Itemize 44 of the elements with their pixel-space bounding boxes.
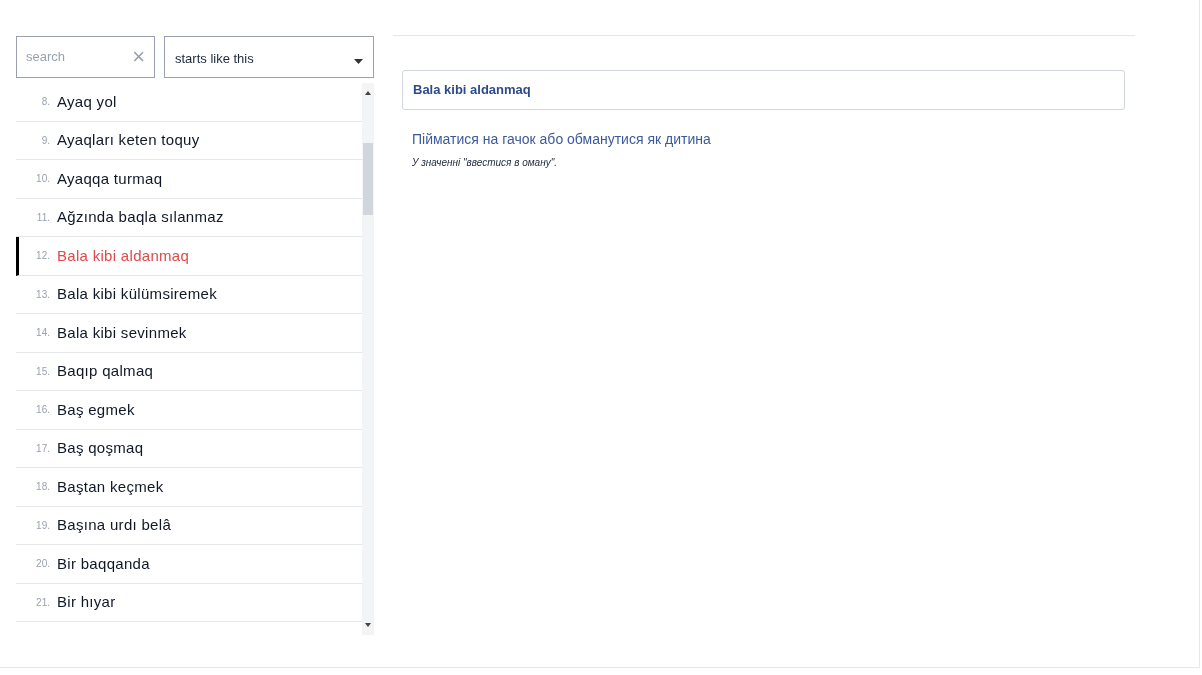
caret-icon bbox=[354, 59, 363, 64]
item-text: Bala kibi sevinmek bbox=[57, 322, 187, 343]
item-number: 16. bbox=[36, 403, 50, 418]
item-number: 13. bbox=[36, 287, 50, 302]
phrase-title: Bala kibi aldanmaq bbox=[413, 81, 531, 100]
item-text: Ayaqları keten toquy bbox=[57, 130, 200, 150]
item-text: Baqıp qalmaq bbox=[57, 361, 154, 381]
list-item[interactable]: 18. Baştan keçmek bbox=[16, 468, 362, 507]
item-number: 17. bbox=[36, 441, 50, 456]
item-number: 10. bbox=[36, 172, 50, 187]
scroll-up-icon[interactable] bbox=[365, 91, 371, 95]
item-text: Baş qoşmaq bbox=[57, 438, 144, 458]
item-number: 11. bbox=[36, 210, 50, 225]
item-number: 20. bbox=[36, 557, 50, 572]
item-number: 19. bbox=[36, 518, 50, 533]
scroll-down-icon[interactable] bbox=[365, 623, 371, 627]
item-text: Bala kibi aldanmaq bbox=[57, 245, 190, 266]
item-number: 12. bbox=[36, 249, 50, 264]
translation-text: Пійматися на гачок або обманутися як дитина bbox=[412, 130, 712, 149]
item-text: Bala kibi külümsiremek bbox=[57, 284, 217, 304]
item-text: Baştan keçmek bbox=[57, 476, 164, 497]
list-item[interactable]: 20. Bir baqqanda bbox=[16, 545, 362, 584]
item-text: Ayaq yol bbox=[57, 91, 117, 112]
filter-value: starts like this bbox=[175, 50, 254, 68]
item-text: Ağzında baqla sılanmaz bbox=[57, 207, 224, 227]
item-number: 21. bbox=[36, 595, 50, 610]
item-text: Ayaqqa turmaq bbox=[57, 168, 163, 189]
scrollbar-thumb[interactable] bbox=[363, 143, 373, 215]
item-number: 14. bbox=[36, 326, 50, 341]
filter-dropdown[interactable]: starts like this bbox=[164, 36, 374, 78]
item-text: Bir baqqanda bbox=[57, 553, 150, 574]
item-number: 15. bbox=[36, 364, 50, 379]
list-item[interactable]: 16. Baş egmek bbox=[16, 391, 362, 430]
list-item[interactable]: 14. Bala kibi sevinmek bbox=[16, 314, 362, 353]
item-number: 8. bbox=[40, 95, 50, 110]
list-item[interactable]: 10. Ayaqqa turmaq bbox=[16, 160, 362, 199]
item-number: 18. bbox=[36, 480, 50, 495]
item-text: Başına urdı belâ bbox=[57, 515, 172, 535]
list-item[interactable]: 8. Ayaq yol bbox=[16, 83, 362, 122]
note-text: У значенні "ввестися в оману". bbox=[412, 156, 558, 170]
item-number: 9. bbox=[40, 133, 50, 148]
item-text: Baş egmek bbox=[57, 399, 135, 420]
scrollbar[interactable] bbox=[362, 83, 374, 635]
item-text: Bir hıyar bbox=[57, 592, 116, 612]
